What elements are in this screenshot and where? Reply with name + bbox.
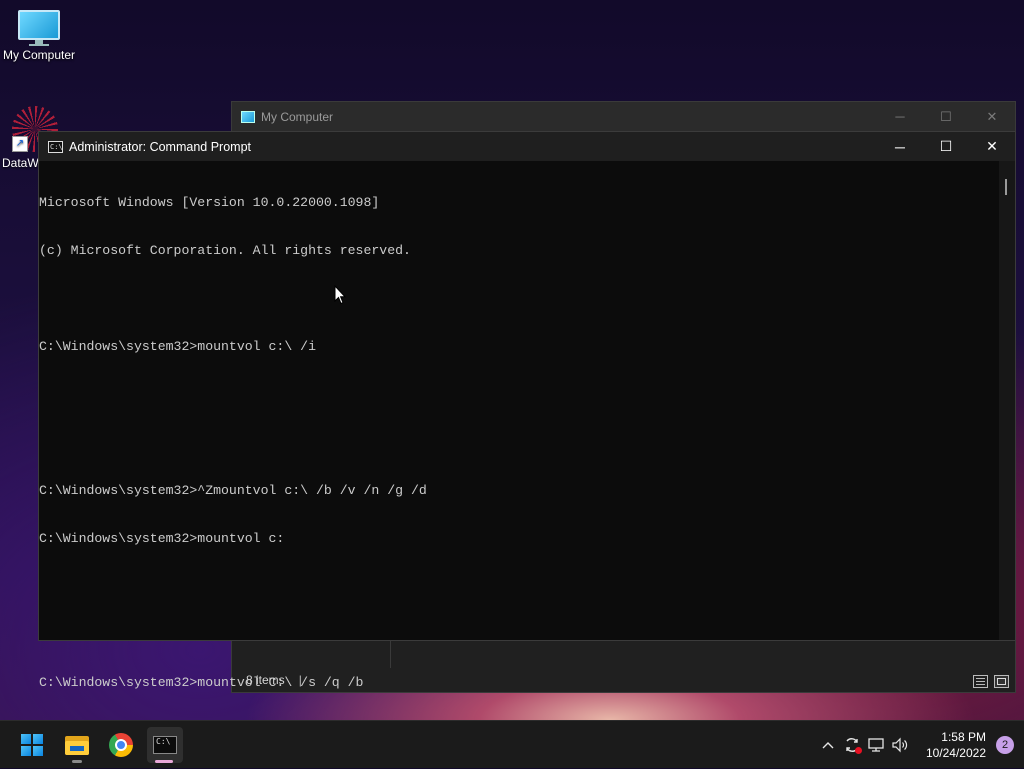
console-line: ​: [39, 627, 999, 643]
console-line: ​: [39, 435, 999, 451]
system-tray: 1:58 PM 10/24/2022 2: [816, 721, 1024, 769]
terminal-icon: C:\: [48, 140, 63, 153]
taskbar-chrome[interactable]: [103, 727, 139, 763]
taskbar: C:\ 1:58 PM 10/24/2022 2: [0, 720, 1024, 768]
desktop-icon-my-computer[interactable]: My Computer: [0, 10, 79, 62]
console-line: C:\Windows\system32>mountvol c:: [39, 531, 285, 546]
cmd-titlebar[interactable]: C:\ Administrator: Command Prompt ─ ☐ ✕: [39, 132, 1015, 161]
console-line: C:\Windows\system32>mountvol c:\ /i: [39, 339, 316, 354]
desktop-icon-label: My Computer: [2, 48, 76, 62]
monitor-icon: [18, 10, 60, 46]
windows-logo-icon: [21, 734, 43, 756]
terminal-icon: C:\: [153, 736, 177, 754]
monitor-icon: [241, 110, 255, 123]
minimize-button[interactable]: ─: [877, 102, 923, 131]
sync-icon[interactable]: [840, 733, 864, 757]
active-indicator: [155, 760, 173, 763]
explorer-titlebar[interactable]: My Computer ─ ☐ ✕: [232, 102, 1015, 131]
chrome-icon: [109, 733, 133, 757]
console-line: (c) Microsoft Corporation. All rights re…: [39, 243, 411, 258]
close-button[interactable]: ✕: [969, 102, 1015, 131]
notification-badge[interactable]: 2: [996, 736, 1014, 754]
clock-time: 1:58 PM: [941, 730, 986, 744]
close-button[interactable]: ✕: [969, 132, 1015, 161]
start-button[interactable]: [14, 727, 50, 763]
shortcut-arrow-icon: ↗: [12, 136, 28, 152]
maximize-button[interactable]: ☐: [923, 132, 969, 161]
console-line: ​: [39, 387, 999, 403]
folder-icon: [65, 735, 89, 755]
console-line: Microsoft Windows [Version 10.0.22000.10…: [39, 195, 380, 210]
console-line: ​: [39, 291, 999, 307]
scrollbar-thumb[interactable]: [1005, 179, 1007, 195]
clock-date: 10/24/2022: [925, 746, 986, 760]
taskbar-command-prompt[interactable]: C:\: [147, 727, 183, 763]
console-line: C:\Windows\system32>mountvol C:\ /s /q /…: [39, 675, 364, 690]
show-hidden-icons-chevron-icon[interactable]: [816, 733, 840, 757]
clock[interactable]: 1:58 PM 10/24/2022: [926, 729, 986, 761]
command-prompt-window[interactable]: C:\ Administrator: Command Prompt ─ ☐ ✕ …: [38, 131, 1016, 690]
mouse-cursor-icon: [334, 285, 346, 305]
minimize-button[interactable]: ─: [877, 132, 923, 161]
taskbar-file-explorer[interactable]: [59, 727, 95, 763]
explorer-title: My Computer: [261, 109, 334, 124]
console-line: C:\Windows\system32>^Zmountvol c:\ /b /v…: [39, 483, 427, 498]
maximize-button[interactable]: ☐: [923, 102, 969, 131]
network-icon[interactable]: [864, 733, 888, 757]
console-scrollbar[interactable]: [999, 161, 1015, 640]
error-badge-icon: [854, 747, 862, 754]
console-line: ​: [39, 579, 999, 595]
console-output[interactable]: Microsoft Windows [Version 10.0.22000.10…: [39, 161, 999, 690]
volume-icon[interactable]: [888, 733, 912, 757]
running-indicator: [72, 760, 82, 763]
cmd-title: Administrator: Command Prompt: [69, 139, 252, 154]
